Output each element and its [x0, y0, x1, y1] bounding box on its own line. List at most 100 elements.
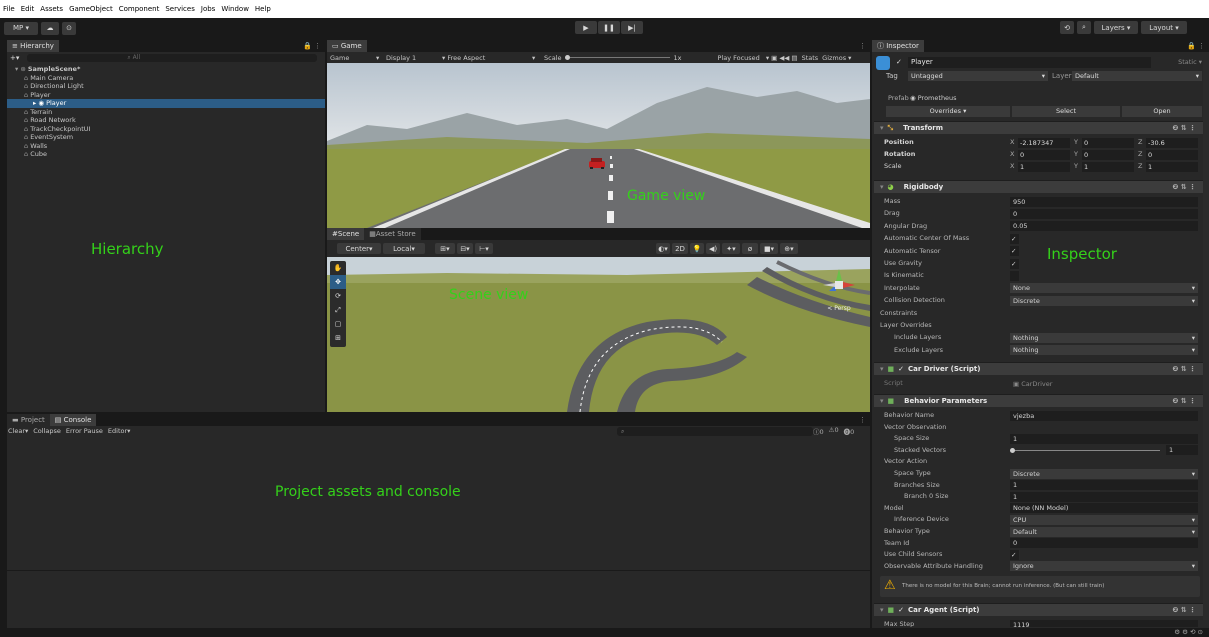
menu-item[interactable]: Window	[221, 5, 249, 13]
hierarchy-item[interactable]: ⌂ TrackCheckpointUI	[7, 125, 325, 134]
tab-console[interactable]: ▤ Console	[49, 414, 97, 426]
field-dropdown[interactable]: Default ▾	[1010, 526, 1198, 537]
gizmo-icon[interactable]: ⊕▾	[780, 243, 798, 254]
hierarchy-item[interactable]: ⌂ Main Camera	[7, 74, 325, 83]
increment-icon[interactable]: ⊢▾	[475, 243, 493, 254]
active-checkbox[interactable]: ✓	[896, 58, 908, 68]
field-dropdown[interactable]: None ▾	[1010, 283, 1198, 294]
field-dropdown[interactable]: Discrete ▾	[1010, 295, 1198, 306]
field-checkbox[interactable]: ✓	[1010, 258, 1019, 269]
collab-icon[interactable]: ⊙	[62, 21, 76, 35]
menu-item[interactable]: Services	[165, 5, 195, 13]
field-checkbox[interactable]: ✓	[1010, 233, 1019, 244]
tab-scene[interactable]: # Scene	[327, 228, 365, 240]
hierarchy-item[interactable]: ⌂ Road Network	[7, 116, 325, 125]
camera-icon[interactable]: ■▾	[760, 243, 778, 254]
transform-rotation-y-field[interactable]: 0	[1082, 149, 1134, 160]
account-button[interactable]: MP ▾	[4, 21, 38, 35]
field-dropdown[interactable]: Nothing ▾	[1010, 345, 1198, 356]
persp-label[interactable]: < Persp	[819, 305, 859, 312]
layers-dropdown[interactable]: Layers ▾	[1094, 21, 1138, 34]
console-toolbar-button[interactable]: Clear	[8, 427, 25, 435]
inspector-scrollbar[interactable]	[1203, 60, 1209, 620]
static-toggle[interactable]: Static ▾	[1154, 57, 1202, 68]
menu-item[interactable]: Jobs	[201, 5, 215, 13]
warning-count[interactable]: ⚠0	[829, 426, 839, 436]
history-icon[interactable]: ⟲	[1060, 21, 1074, 34]
hierarchy-search-input[interactable]: ⌕ All	[27, 53, 318, 62]
hierarchy-item[interactable]: ▾ ⊛ SampleScene*	[7, 65, 325, 74]
object-name-field[interactable]: Player	[908, 57, 1151, 68]
hierarchy-item[interactable]: ⌂ EventSystem	[7, 133, 325, 142]
grid-icon[interactable]: ⊞▾	[435, 243, 455, 254]
scale-slider[interactable]	[564, 55, 670, 60]
pause-button[interactable]: ❚❚	[598, 21, 620, 34]
field-input[interactable]: 1	[1166, 445, 1198, 456]
transform-position-z-field[interactable]: -30.6	[1146, 137, 1198, 148]
hierarchy-item[interactable]: ⌂ Directional Light	[7, 82, 325, 91]
tab-project[interactable]: ▬ Project	[7, 414, 50, 426]
max-step-field[interactable]: 1119	[1010, 619, 1198, 627]
field-input[interactable]: 0	[1010, 208, 1198, 219]
field-dropdown[interactable]: CPU ▾	[1010, 514, 1198, 525]
hand-tool-icon[interactable]: ✋	[330, 261, 346, 275]
hierarchy-item[interactable]: ⌂ Walls	[7, 142, 325, 151]
tab-game[interactable]: ▭ Game	[327, 40, 367, 52]
transform-rotation-x-field[interactable]: 0	[1018, 149, 1070, 160]
transform-scale-x-field[interactable]: 1	[1018, 161, 1070, 172]
menu-item[interactable]: GameObject	[69, 5, 113, 13]
console-toolbar-button[interactable]: Editor	[108, 427, 127, 435]
transform-tool-icon[interactable]: ⊞	[330, 331, 346, 345]
game-mode-dropdown[interactable]: Game	[330, 54, 376, 62]
space-dropdown[interactable]: Local ▾	[383, 243, 425, 254]
move-tool-icon[interactable]: ✥	[330, 275, 346, 289]
play-button[interactable]: ▶	[575, 21, 597, 34]
layout-dropdown[interactable]: Layout ▾	[1141, 21, 1187, 34]
field-input[interactable]: 1	[1010, 491, 1198, 502]
component-menu-icon[interactable]: ❷ ⇅ ⋮	[1172, 122, 1196, 135]
gizmos-dropdown[interactable]: Gizmos	[822, 54, 846, 62]
play-focused-dropdown[interactable]: Play Focused	[718, 54, 760, 62]
hierarchy-item[interactable]: ⌂ Cube	[7, 150, 325, 159]
search-icon[interactable]: ⌕	[1077, 21, 1091, 34]
field-checkbox[interactable]	[1010, 270, 1019, 281]
effects-icon[interactable]: ✦▾	[722, 243, 740, 254]
snap-icon[interactable]: ⊟▾	[457, 243, 473, 254]
menu-item[interactable]: Assets	[40, 5, 63, 13]
hierarchy-item[interactable]: ⌂ Terrain	[7, 108, 325, 117]
info-count[interactable]: ⓘ0	[813, 426, 824, 436]
lighting-icon[interactable]: 💡	[690, 243, 704, 254]
game-viewport[interactable]: Game view	[327, 63, 870, 228]
console-toolbar-button[interactable]: Error Pause	[66, 427, 103, 435]
open-button[interactable]: Open	[1122, 106, 1202, 117]
menu-item[interactable]: Edit	[21, 5, 35, 13]
status-icons[interactable]: ⚙ ⚙ ⟲ ⊙	[1174, 628, 1203, 636]
transform-position-y-field[interactable]: 0	[1082, 137, 1134, 148]
menu-item[interactable]: Help	[255, 5, 271, 13]
hierarchy-item[interactable]: ▸ ◉ Player	[7, 99, 325, 108]
error-count[interactable]: ⓿0	[844, 426, 855, 436]
hidden-icon[interactable]: ø	[742, 243, 758, 254]
overrides-dropdown[interactable]: Overrides ▾	[886, 106, 1010, 117]
pivot-dropdown[interactable]: Center ▾	[337, 243, 381, 254]
transform-header[interactable]: ▾ ⤡ Transform ❷ ⇅ ⋮	[874, 121, 1204, 134]
menu-item[interactable]: File	[3, 5, 15, 13]
tab-hierarchy[interactable]: ≡ Hierarchy	[7, 40, 59, 52]
audio-icon[interactable]: ◀)	[706, 243, 720, 254]
behavior-header[interactable]: ▾ ■ Behavior Parameters ❷ ⇅ ⋮	[874, 394, 1204, 407]
transform-scale-y-field[interactable]: 1	[1082, 161, 1134, 172]
field-dropdown[interactable]: Ignore ▾	[1010, 561, 1198, 572]
field-input[interactable]: 950	[1010, 196, 1198, 207]
select-button[interactable]: Select	[1012, 106, 1120, 117]
tab-asset-store[interactable]: ▦ Asset Store	[364, 228, 421, 240]
scene-viewport[interactable]: ✋ ✥ ⟳ ⤢ ▢ ⊞ < Persp Scene view	[327, 257, 870, 412]
display-dropdown[interactable]: Display 1	[386, 54, 442, 62]
console-toolbar-button[interactable]: Collapse	[33, 427, 61, 435]
step-button[interactable]: ▶|	[621, 21, 643, 34]
stacked-vectors-slider[interactable]	[1010, 447, 1160, 453]
shading-icon[interactable]: ◐▾	[656, 243, 670, 254]
layer-dropdown[interactable]: Default ▾	[1072, 71, 1202, 81]
hierarchy-item[interactable]: ⌂ Player	[7, 91, 325, 100]
tab-inspector[interactable]: ⓘ Inspector	[872, 40, 924, 52]
lock-icon[interactable]: 🔒 ⋮	[303, 42, 325, 50]
